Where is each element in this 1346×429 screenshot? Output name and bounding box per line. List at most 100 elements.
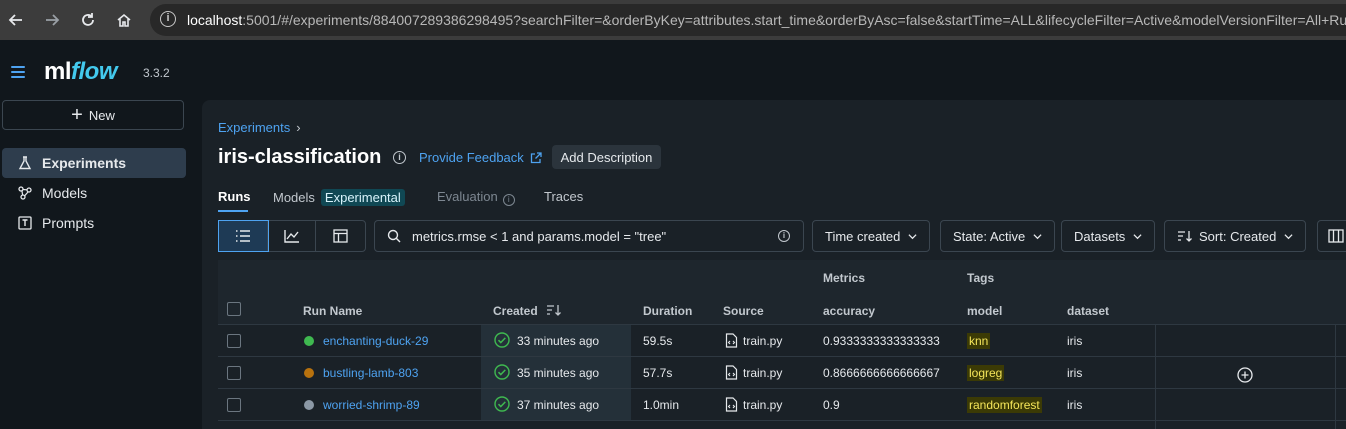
sort-desc-icon xyxy=(547,305,561,316)
row-checkbox[interactable] xyxy=(227,334,241,348)
source-link[interactable]: train.py xyxy=(743,366,782,380)
sidebar-item-experiments[interactable]: Experiments xyxy=(2,148,186,178)
sidebar-item-models[interactable]: Models xyxy=(2,178,186,208)
tab-traces[interactable]: Traces xyxy=(544,189,583,204)
table-header: Metrics Tags Run Name Created Duration S… xyxy=(218,260,1346,325)
columns-button[interactable] xyxy=(1317,220,1346,252)
run-color-dot[interactable] xyxy=(304,368,314,378)
search-icon xyxy=(387,229,401,243)
runs-table: Metrics Tags Run Name Created Duration S… xyxy=(218,260,1346,429)
address-bar[interactable]: i localhost:5001/#/experiments/884007289… xyxy=(150,4,1346,36)
dataset-tag: iris xyxy=(1067,398,1083,412)
column-header-run-name[interactable]: Run Name xyxy=(303,304,362,318)
back-icon[interactable] xyxy=(4,8,28,32)
breadcrumb[interactable]: Experiments › xyxy=(218,120,301,135)
source-link[interactable]: train.py xyxy=(743,334,782,348)
accuracy-value: 0.9 xyxy=(823,398,840,412)
chevron-down-icon xyxy=(1133,233,1142,239)
info-icon: i xyxy=(502,194,515,206)
table-view-icon[interactable] xyxy=(316,221,365,251)
sidebar-item-prompts[interactable]: Prompts xyxy=(2,208,186,238)
browser-toolbar: i localhost:5001/#/experiments/884007289… xyxy=(0,0,1346,40)
select-all-checkbox[interactable] xyxy=(227,302,241,316)
run-color-dot[interactable] xyxy=(304,336,314,346)
new-button[interactable]: + New xyxy=(2,100,184,130)
mlflow-logo[interactable]: mlflow xyxy=(44,58,118,86)
success-check-icon xyxy=(494,332,510,348)
source-link[interactable]: train.py xyxy=(743,398,782,412)
models-icon xyxy=(17,185,33,201)
prompts-icon xyxy=(17,215,33,231)
chart-view-icon[interactable] xyxy=(268,221,317,251)
success-check-icon xyxy=(494,364,510,380)
dataset-tag: iris xyxy=(1067,366,1083,380)
created-time: 37 minutes ago xyxy=(517,398,600,412)
add-column-icon[interactable] xyxy=(1237,367,1253,383)
chevron-down-icon xyxy=(1033,233,1042,239)
table-row[interactable]: worried-shrimp-89 37 minutes ago 1.0min … xyxy=(218,389,1346,421)
column-header-dataset[interactable]: dataset xyxy=(1067,304,1109,318)
tab-active-indicator xyxy=(218,210,248,212)
menu-icon[interactable] xyxy=(11,66,25,81)
tab-evaluation[interactable]: Evaluation i xyxy=(437,189,515,206)
main-panel: Experiments › iris-classification i Provi… xyxy=(202,100,1346,429)
created-time: 33 minutes ago xyxy=(517,334,600,348)
chevron-down-icon xyxy=(1284,233,1293,239)
file-code-icon xyxy=(725,365,738,380)
file-code-icon xyxy=(725,397,738,412)
column-header-created[interactable]: Created xyxy=(493,304,562,318)
row-checkbox[interactable] xyxy=(227,398,241,412)
flask-icon xyxy=(17,155,33,171)
dataset-tag: iris xyxy=(1067,334,1083,348)
experimental-badge: Experimental xyxy=(320,189,405,206)
sidebar-item-label: Experiments xyxy=(42,155,127,171)
column-header-source[interactable]: Source xyxy=(723,304,764,318)
duration-value: 1.0min xyxy=(643,398,680,412)
column-divider xyxy=(1155,324,1156,429)
add-description-button[interactable]: Add Description xyxy=(552,145,661,169)
page-title: iris-classification xyxy=(218,146,382,168)
home-icon[interactable] xyxy=(112,8,136,32)
provide-feedback-link[interactable]: Provide Feedback xyxy=(419,150,542,165)
column-header-duration[interactable]: Duration xyxy=(643,304,692,318)
list-view-icon[interactable] xyxy=(218,220,269,252)
created-time: 35 minutes ago xyxy=(517,366,600,380)
forward-icon[interactable] xyxy=(40,8,64,32)
search-input[interactable]: metrics.rmse < 1 and params.model = "tre… xyxy=(374,220,804,252)
url-text: localhost:5001/#/experiments/88400728938… xyxy=(187,12,1346,28)
reload-icon[interactable] xyxy=(76,8,100,32)
info-icon[interactable]: i xyxy=(778,230,790,242)
row-checkbox[interactable] xyxy=(227,366,241,380)
site-info-icon[interactable]: i xyxy=(160,11,176,27)
duration-value: 59.5s xyxy=(643,334,673,348)
sidebar-item-label: Models xyxy=(42,185,88,201)
tab-models[interactable]: Models Experimental xyxy=(273,189,405,206)
model-tag: randomforest xyxy=(967,397,1042,413)
table-row[interactable]: bustling-lamb-803 35 minutes ago 57.7s t… xyxy=(218,357,1346,389)
time-created-dropdown[interactable]: Time created xyxy=(812,220,931,252)
table-row[interactable]: enchanting-duck-29 33 minutes ago 59.5s … xyxy=(218,325,1346,357)
model-tag: logreg xyxy=(967,365,1005,381)
run-name-link[interactable]: bustling-lamb-803 xyxy=(323,366,418,380)
state-dropdown[interactable]: State: Active xyxy=(940,220,1056,252)
column-divider xyxy=(1335,324,1336,429)
tab-runs[interactable]: Runs xyxy=(218,189,251,204)
sort-icon xyxy=(1178,231,1192,242)
search-query: metrics.rmse < 1 and params.model = "tre… xyxy=(412,229,667,244)
external-link-icon xyxy=(530,151,542,163)
success-check-icon xyxy=(494,396,510,412)
accuracy-value: 0.9333333333333333 xyxy=(823,334,940,348)
column-header-model[interactable]: model xyxy=(967,304,1002,318)
run-name-link[interactable]: enchanting-duck-29 xyxy=(323,334,428,348)
chevron-down-icon xyxy=(908,233,917,239)
run-name-link[interactable]: worried-shrimp-89 xyxy=(323,398,420,412)
app-header: mlflow 3.3.2 xyxy=(0,40,1346,100)
group-header-metrics: Metrics xyxy=(823,271,866,285)
datasets-dropdown[interactable]: Datasets xyxy=(1061,220,1156,252)
info-icon[interactable]: i xyxy=(393,151,406,164)
column-header-accuracy[interactable]: accuracy xyxy=(823,304,875,318)
run-color-dot[interactable] xyxy=(304,400,314,410)
sort-dropdown[interactable]: Sort: Created xyxy=(1164,220,1307,252)
file-code-icon xyxy=(725,333,738,348)
columns-icon xyxy=(1328,229,1344,243)
